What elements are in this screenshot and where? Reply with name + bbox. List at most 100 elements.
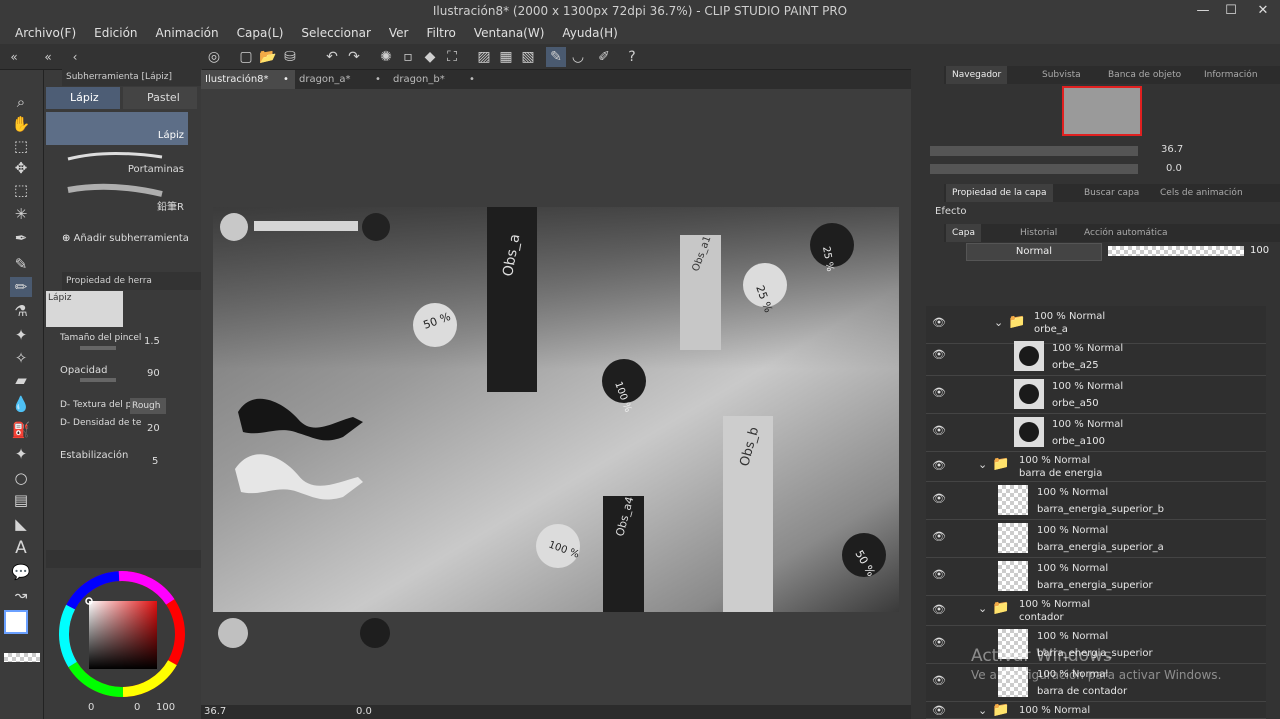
brush-item-mechanical[interactable]: Portaminas	[46, 146, 188, 180]
chevron-left-icon[interactable]: ‹	[65, 47, 85, 67]
eye-icon[interactable]: 👁	[932, 317, 946, 328]
tab-history[interactable]: Historial	[1020, 228, 1057, 238]
eye-icon[interactable]: 👁	[932, 705, 946, 716]
balloon-icon[interactable]: 💬	[10, 562, 32, 582]
brush-size-value[interactable]: 1.5	[144, 336, 160, 347]
layer-opacity-value[interactable]: 100	[1250, 245, 1269, 256]
tab-pastel[interactable]: Pastel	[123, 87, 197, 109]
eye-icon[interactable]: 👁	[932, 460, 946, 471]
selection-icon[interactable]: ⬚	[10, 180, 32, 200]
tab-ilustracion8[interactable]: Ilustración8* •	[201, 70, 295, 89]
opacity-slider[interactable]	[80, 378, 116, 382]
app-logo-icon[interactable]: ◎	[204, 47, 224, 67]
eye-icon[interactable]: 👁	[932, 493, 946, 504]
grid-icon[interactable]: ▦	[496, 47, 516, 67]
menu-help[interactable]: Ayuda(H)	[553, 22, 626, 44]
layer-row[interactable]: 👁 100 % Normal barra_energia_superior_b	[926, 482, 1266, 520]
menu-select[interactable]: Seleccionar	[292, 22, 379, 44]
frame-icon[interactable]: ▤	[10, 490, 32, 510]
redo-icon[interactable]: ↷	[344, 47, 364, 67]
menu-filter[interactable]: Filtro	[417, 22, 464, 44]
color-value-h[interactable]: 0	[88, 702, 94, 713]
menu-edit[interactable]: Edición	[85, 22, 146, 44]
eye-icon[interactable]: 👁	[932, 531, 946, 542]
layer-row[interactable]: 👁 100 % Normal barra_energia_superior_a	[926, 520, 1266, 558]
menu-animation[interactable]: Animación	[147, 22, 228, 44]
hand-icon[interactable]: ✋	[10, 114, 32, 134]
transparent-color-swatch[interactable]	[4, 653, 40, 662]
collapse-left-icon[interactable]: «	[38, 47, 58, 67]
tab-material[interactable]: Banca de objeto	[1108, 70, 1181, 80]
maximize-button[interactable]: ☐	[1218, 0, 1244, 22]
zoom-icon[interactable]: ⌕	[10, 92, 32, 112]
tab-animation-cels[interactable]: Cels de animación	[1160, 188, 1243, 198]
save-icon[interactable]: ⛁	[280, 47, 300, 67]
pen-icon[interactable]: ✎	[10, 254, 32, 274]
transform-icon[interactable]: ⛶	[442, 47, 462, 67]
close-tab-icon[interactable]: •	[283, 70, 289, 89]
object-icon[interactable]: ⬚	[10, 136, 32, 156]
eyedropper-icon[interactable]: ✒	[10, 228, 32, 248]
color-value-s[interactable]: 0	[134, 702, 140, 713]
tab-dragon-a[interactable]: dragon_a* •	[295, 70, 389, 89]
brush-size-row[interactable]: Tamaño del pincel 1.5	[58, 333, 188, 353]
rotation-value[interactable]: 0.0	[356, 706, 372, 717]
blend-icon[interactable]: 💧	[10, 394, 32, 414]
menu-window[interactable]: Ventana(W)	[465, 22, 554, 44]
eye-icon[interactable]: 👁	[932, 569, 946, 580]
brush-item-pencil-r[interactable]: 鉛筆R	[46, 180, 188, 213]
texture-density-row[interactable]: D- Densidad de te 20	[58, 418, 188, 438]
layer-row[interactable]: 👁 100 % Normal orbe_a50	[926, 376, 1266, 414]
texture-density-value[interactable]: 20	[147, 423, 160, 434]
figure-icon[interactable]: ○	[10, 468, 32, 488]
navigator-zoom-value[interactable]: 36.7	[1161, 144, 1183, 155]
fill-icon[interactable]: ◆	[420, 47, 440, 67]
chevron-down-icon[interactable]: ⌄	[978, 458, 987, 471]
close-tab-icon[interactable]: •	[375, 70, 381, 89]
tab-pencil[interactable]: Lápiz	[46, 87, 120, 109]
clear-selection-icon[interactable]: ▫	[398, 47, 418, 67]
layer-row[interactable]: 👁 100 % Normal orbe_a100	[926, 414, 1266, 452]
tab-dragon-b[interactable]: dragon_b* •	[389, 70, 483, 89]
brush-icon[interactable]: ⚗	[10, 301, 32, 321]
layer-row[interactable]: 👁 100 % Normal barra_energia_superior	[926, 626, 1266, 664]
layer-row[interactable]: 👁 100 % Normal barra_energia_superior	[926, 558, 1266, 596]
paper-texture-row[interactable]: D- Textura del papel Rough p	[58, 398, 188, 418]
move-icon[interactable]: ✥	[10, 158, 32, 178]
navigator-zoom-slider[interactable]	[930, 146, 1138, 156]
zoom-value[interactable]: 36.7	[204, 706, 226, 717]
fill-bucket-icon[interactable]: ⛽	[10, 420, 32, 440]
layer-row[interactable]: 👁 100 % Normal orbe_a25	[926, 338, 1266, 376]
tab-layer[interactable]: Capa	[946, 224, 982, 242]
brush-size-slider[interactable]	[80, 346, 116, 350]
layer-row[interactable]: 👁 ⌄ 📁 100 % Normal contador	[926, 596, 1266, 626]
layer-row[interactable]: 👁 ⌄ 📁 100 % Normal barra de energia	[926, 452, 1266, 482]
ruler-icon[interactable]: ▨	[474, 47, 494, 67]
tab-navigator[interactable]: Navegador	[946, 66, 1008, 84]
text-icon[interactable]: A	[10, 538, 32, 558]
close-tab-icon[interactable]: •	[469, 70, 475, 89]
airbrush-icon[interactable]: ✦	[10, 325, 32, 345]
snap-icon[interactable]: ▧	[518, 47, 538, 67]
main-color-swatch[interactable]	[4, 610, 28, 634]
stabilization-row[interactable]: Estabilización 5	[58, 450, 188, 470]
chevron-down-icon[interactable]: ⌄	[978, 602, 987, 615]
layer-row[interactable]: 👁 ⌄ 📁 100 % Normal	[926, 702, 1266, 719]
chevron-down-icon[interactable]: ⌄	[994, 316, 1003, 329]
menu-layer[interactable]: Capa(L)	[228, 22, 293, 44]
open-folder-icon[interactable]: 📂	[258, 47, 278, 67]
color-value-v[interactable]: 100	[156, 702, 175, 713]
layer-row[interactable]: 👁 100 % Normal barra de contador	[926, 664, 1266, 702]
eraser-icon[interactable]: ▰	[10, 370, 32, 390]
undo-icon[interactable]: ↶	[322, 47, 342, 67]
pen-snap-icon[interactable]: ✎	[546, 47, 566, 67]
navigator-preview[interactable]	[1062, 86, 1142, 136]
loading-icon[interactable]: ✺	[376, 47, 396, 67]
blend-mode-select[interactable]: Normal	[966, 243, 1102, 261]
navigator-rotation-value[interactable]: 0.0	[1166, 163, 1182, 174]
tab-search-layer[interactable]: Buscar capa	[1084, 188, 1139, 198]
layer-opacity-slider[interactable]	[1108, 246, 1244, 256]
chevron-down-icon[interactable]: ⌄	[978, 704, 987, 717]
drawing-canvas[interactable]: Obs_a Obs_a1 Obs_a4 Obs_b 50 % 25 % 100 …	[213, 207, 899, 612]
pen-pressure-icon[interactable]: ✐	[594, 47, 614, 67]
